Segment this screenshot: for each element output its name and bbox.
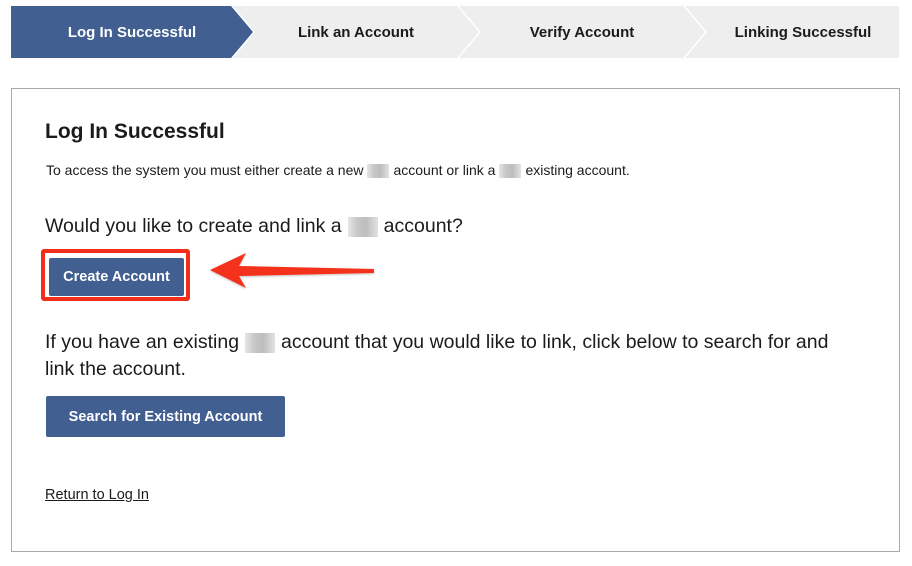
redacted-name xyxy=(499,164,522,179)
question-text-part: account? xyxy=(383,215,463,237)
return-to-login-link[interactable]: Return to Log In xyxy=(45,487,149,503)
step-verify-account: Verify Account xyxy=(459,6,705,58)
intro-text-part: To access the system you must either cre… xyxy=(46,162,364,178)
existing-text-part: If you have an existing xyxy=(45,331,240,353)
step-label: Log In Successful xyxy=(67,23,197,41)
step-label: Link an Account xyxy=(297,23,415,41)
existing-account-text: If you have an existing account that you … xyxy=(45,329,835,383)
step-link-account: Link an Account xyxy=(233,6,479,58)
content-card: Log In Successful To access the system y… xyxy=(11,88,900,552)
step-label: Linking Successful xyxy=(734,23,872,41)
intro-text: To access the system you must either cre… xyxy=(46,162,630,179)
progress-stepper: Log In Successful Link an Account Verify… xyxy=(11,6,899,58)
step-log-in-successful: Log In Successful xyxy=(11,6,253,58)
create-question: Would you like to create and link a accou… xyxy=(45,215,463,238)
left-arrow-icon xyxy=(210,253,374,288)
step-label: Verify Account xyxy=(529,23,635,41)
step-linking-successful: Linking Successful xyxy=(685,6,899,58)
redacted-name xyxy=(347,216,378,237)
search-existing-account-button[interactable]: Search for Existing Account xyxy=(46,396,285,437)
page-title: Log In Successful xyxy=(45,120,225,143)
question-text-part: Would you like to create and link a xyxy=(45,215,342,237)
intro-text-part: existing account. xyxy=(525,162,630,178)
create-account-button[interactable]: Create Account xyxy=(49,258,184,296)
intro-text-part: account or link a xyxy=(393,162,496,178)
redacted-name xyxy=(245,332,276,353)
redacted-name xyxy=(367,164,390,179)
